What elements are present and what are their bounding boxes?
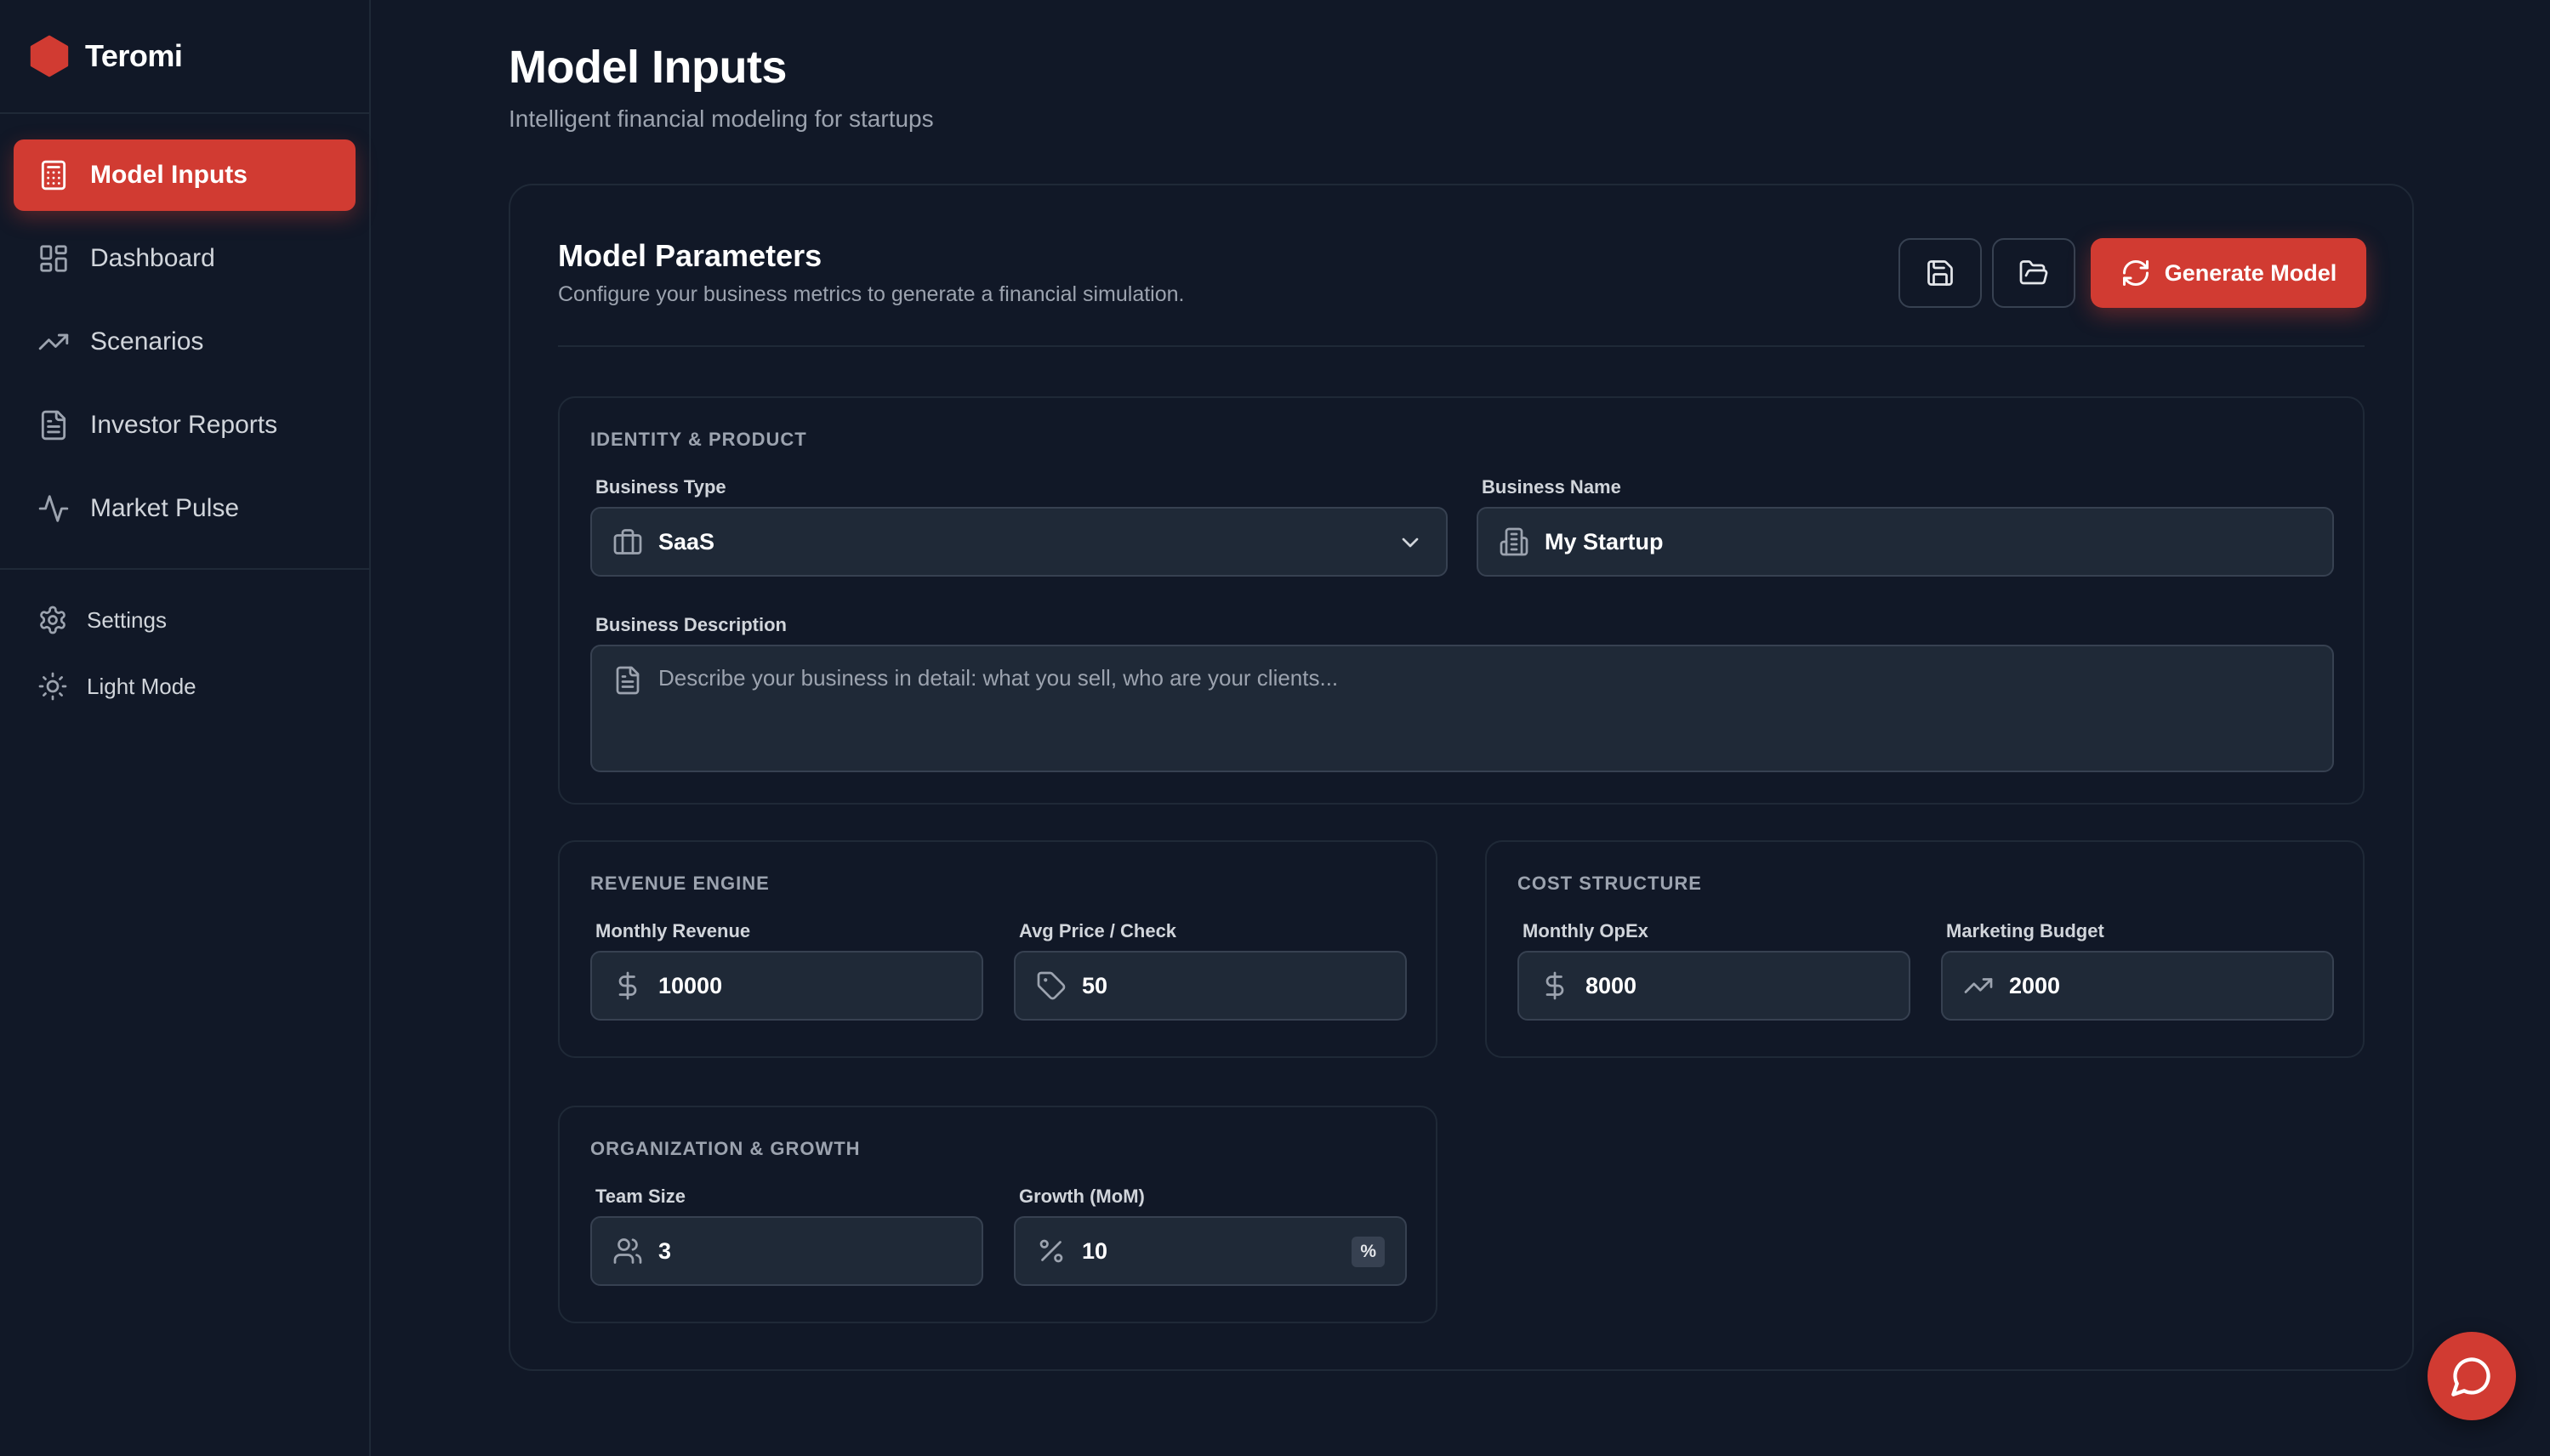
sidebar-divider <box>0 568 369 570</box>
business-name-label: Business Name <box>1482 476 1621 498</box>
avg-price-label: Avg Price / Check <box>1019 920 1176 942</box>
business-name-input[interactable]: My Startup <box>1477 507 2334 577</box>
sidebar-item-light-mode[interactable]: Light Mode <box>14 653 357 719</box>
open-model-button[interactable] <box>1992 238 2075 308</box>
tag-icon <box>1036 970 1067 1001</box>
sidebar-item-market-pulse[interactable]: Market Pulse <box>14 473 356 544</box>
section-title: ORGANIZATION & GROWTH <box>590 1138 861 1160</box>
avg-price-value: 50 <box>1082 973 1107 999</box>
sun-icon <box>37 671 68 702</box>
section-title: IDENTITY & PRODUCT <box>590 429 807 451</box>
card-description: Configure your business metrics to gener… <box>558 282 1185 307</box>
revenue-section: REVENUE ENGINE Monthly Revenue 10000 Avg… <box>558 840 1437 1058</box>
team-size-value: 3 <box>658 1238 671 1265</box>
calculator-icon <box>37 159 70 191</box>
growth-input[interactable]: 10 % <box>1014 1216 1407 1286</box>
growth-value: 10 <box>1082 1238 1107 1265</box>
sidebar-nav: Model Inputs Dashboard Scenarios Investo… <box>0 114 369 544</box>
refresh-icon <box>2120 258 2151 288</box>
monthly-opex-label: Monthly OpEx <box>1523 920 1648 942</box>
message-circle-icon <box>2450 1354 2494 1398</box>
chat-button[interactable] <box>2428 1332 2516 1420</box>
briefcase-icon <box>612 526 643 557</box>
card-divider <box>558 345 2365 347</box>
monthly-opex-input[interactable]: 8000 <box>1517 951 1910 1021</box>
business-type-value: SaaS <box>658 529 714 555</box>
marketing-budget-label: Marketing Budget <box>1946 920 2104 942</box>
business-description-label: Business Description <box>595 614 787 636</box>
monthly-revenue-input[interactable]: 10000 <box>590 951 983 1021</box>
users-icon <box>612 1236 643 1266</box>
marketing-budget-value: 2000 <box>2009 973 2060 999</box>
sidebar-item-settings[interactable]: Settings <box>14 587 357 653</box>
business-type-label: Business Type <box>595 476 726 498</box>
trending-up-icon <box>37 326 70 358</box>
brand[interactable]: Teromi <box>0 0 369 114</box>
organization-section: ORGANIZATION & GROWTH Team Size 3 Growth… <box>558 1106 1437 1323</box>
document-icon <box>37 409 70 441</box>
page-title: Model Inputs <box>509 41 787 94</box>
monthly-revenue-label: Monthly Revenue <box>595 920 750 942</box>
folder-open-icon <box>2018 258 2049 288</box>
hexagon-logo-icon <box>27 34 71 78</box>
sidebar-item-label: Scenarios <box>90 327 203 356</box>
sidebar-item-model-inputs[interactable]: Model Inputs <box>14 139 356 211</box>
business-description-textarea[interactable]: Describe your business in detail: what y… <box>590 645 2334 772</box>
section-title: REVENUE ENGINE <box>590 873 770 895</box>
dashboard-grid-icon <box>37 242 70 275</box>
team-size-input[interactable]: 3 <box>590 1216 983 1286</box>
page-subtitle: Intelligent financial modeling for start… <box>509 105 934 133</box>
gear-icon <box>37 605 68 635</box>
sidebar-item-dashboard[interactable]: Dashboard <box>14 223 356 294</box>
sidebar-item-label: Investor Reports <box>90 411 277 440</box>
business-description-placeholder: Describe your business in detail: what y… <box>658 665 1338 691</box>
generate-model-button[interactable]: Generate Model <box>2091 238 2366 308</box>
file-text-icon <box>612 665 643 696</box>
avg-price-input[interactable]: 50 <box>1014 951 1407 1021</box>
chevron-down-icon <box>1397 529 1424 556</box>
business-type-select[interactable]: SaaS <box>590 507 1448 577</box>
sidebar-item-scenarios[interactable]: Scenarios <box>14 306 356 378</box>
sidebar-item-label: Settings <box>87 607 167 634</box>
cost-section: COST STRUCTURE Monthly OpEx 8000 Marketi… <box>1485 840 2365 1058</box>
brand-name: Teromi <box>85 38 182 74</box>
sidebar-item-label: Market Pulse <box>90 494 239 523</box>
percent-suffix-badge: % <box>1352 1237 1385 1267</box>
percent-icon <box>1036 1236 1067 1266</box>
dollar-icon <box>1540 970 1570 1001</box>
card-title: Model Parameters <box>558 238 822 274</box>
building-icon <box>1499 526 1529 557</box>
dollar-icon <box>612 970 643 1001</box>
section-title: COST STRUCTURE <box>1517 873 1702 895</box>
growth-label: Growth (MoM) <box>1019 1186 1145 1208</box>
sidebar-item-label: Dashboard <box>90 244 215 273</box>
sidebar-item-label: Light Mode <box>87 674 196 700</box>
model-parameters-card: Model Parameters Configure your business… <box>509 184 2414 1371</box>
identity-section: IDENTITY & PRODUCT Business Type SaaS Bu… <box>558 396 2365 805</box>
sidebar-item-investor-reports[interactable]: Investor Reports <box>14 390 356 461</box>
sidebar: Teromi Model Inputs Dashboard Scenarios <box>0 0 371 1456</box>
activity-pulse-icon <box>37 492 70 525</box>
sidebar-item-label: Model Inputs <box>90 161 248 190</box>
save-model-button[interactable] <box>1898 238 1982 308</box>
marketing-budget-input[interactable]: 2000 <box>1941 951 2334 1021</box>
generate-model-label: Generate Model <box>2165 260 2337 287</box>
monthly-opex-value: 8000 <box>1585 973 1636 999</box>
monthly-revenue-value: 10000 <box>658 973 722 999</box>
trending-up-icon <box>1963 970 1994 1001</box>
business-name-value: My Startup <box>1545 529 1664 555</box>
save-icon <box>1925 258 1955 288</box>
team-size-label: Team Size <box>595 1186 686 1208</box>
sidebar-utility: Settings Light Mode <box>14 587 357 719</box>
